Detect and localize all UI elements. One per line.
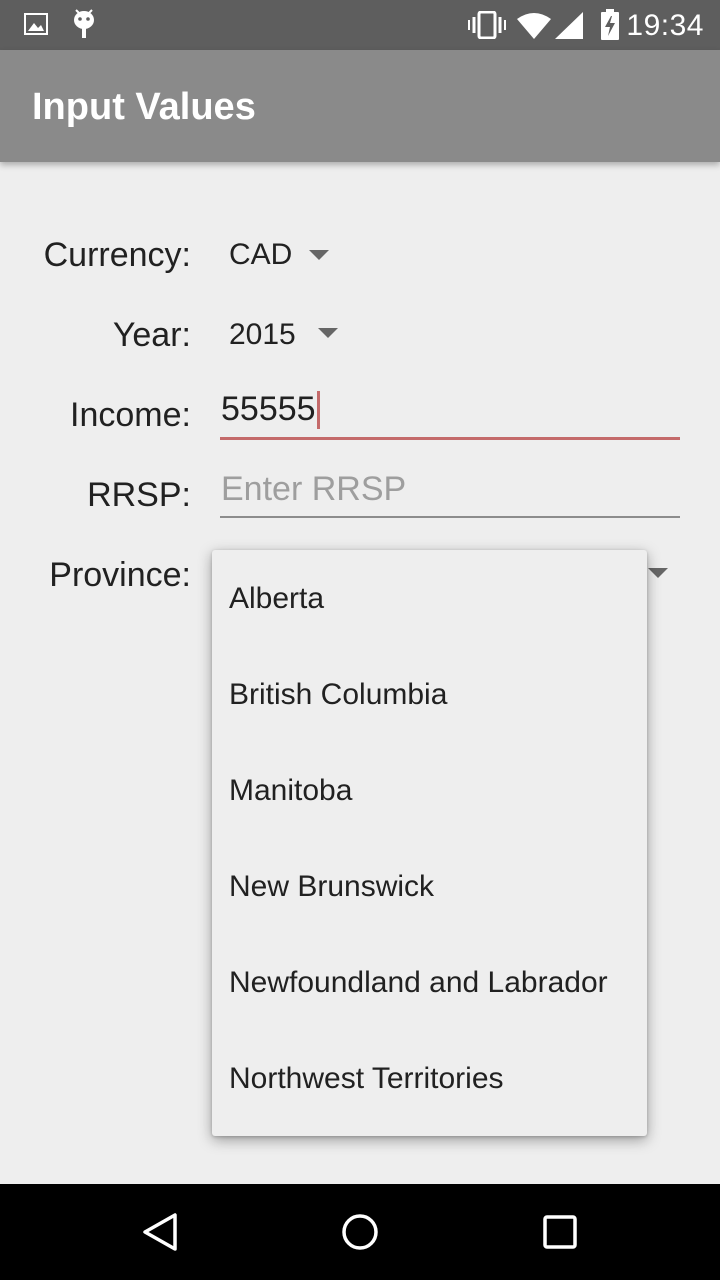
dropdown-item-northwest-territories[interactable]: Northwest Territories <box>212 1031 647 1127</box>
dropdown-item-newfoundland-and-labrador[interactable]: Newfoundland and Labrador <box>212 935 647 1031</box>
android-debug-icon <box>74 9 94 38</box>
rrsp-underline <box>220 516 680 518</box>
dropdown-item-alberta[interactable]: Alberta <box>212 551 647 647</box>
currency-label: Currency: <box>43 236 191 274</box>
province-dropdown: Alberta British Columbia Manitoba New Br… <box>212 550 647 1136</box>
cell-signal-icon <box>555 12 583 39</box>
recents-icon[interactable] <box>534 1206 586 1258</box>
page-title: Input Values <box>32 86 256 128</box>
navigation-bar <box>0 1184 720 1280</box>
text-cursor <box>316 390 320 429</box>
vibrate-icon <box>468 11 506 39</box>
wifi-icon <box>517 13 551 39</box>
chevron-down-icon <box>318 328 338 338</box>
income-underline <box>220 437 680 440</box>
back-icon[interactable] <box>134 1206 186 1258</box>
currency-value: CAD <box>229 238 293 271</box>
income-field[interactable]: 55555 <box>220 380 680 440</box>
status-bar: 19:34 <box>0 0 720 50</box>
province-label: Province: <box>49 556 191 594</box>
year-value: 2015 <box>229 318 296 351</box>
app-bar: Input Values <box>0 50 720 162</box>
income-value: 55555 <box>221 390 316 428</box>
dropdown-item-manitoba[interactable]: Manitoba <box>212 743 647 839</box>
chevron-down-icon <box>309 250 329 260</box>
rrsp-field[interactable]: Enter RRSP <box>220 458 680 518</box>
status-time: 19:34 <box>626 9 704 42</box>
income-label: Income: <box>70 396 191 434</box>
image-icon <box>24 13 48 35</box>
year-label: Year: <box>112 316 191 354</box>
dropdown-item-new-brunswick[interactable]: New Brunswick <box>212 839 647 935</box>
income-text-wrapper: 55555 <box>221 390 320 429</box>
dropdown-item-british-columbia[interactable]: British Columbia <box>212 647 647 743</box>
home-icon[interactable] <box>334 1206 386 1258</box>
rrsp-placeholder: Enter RRSP <box>221 470 407 508</box>
chevron-down-icon <box>648 568 668 578</box>
battery-charging-icon <box>601 9 619 40</box>
rrsp-label: RRSP: <box>87 476 191 514</box>
